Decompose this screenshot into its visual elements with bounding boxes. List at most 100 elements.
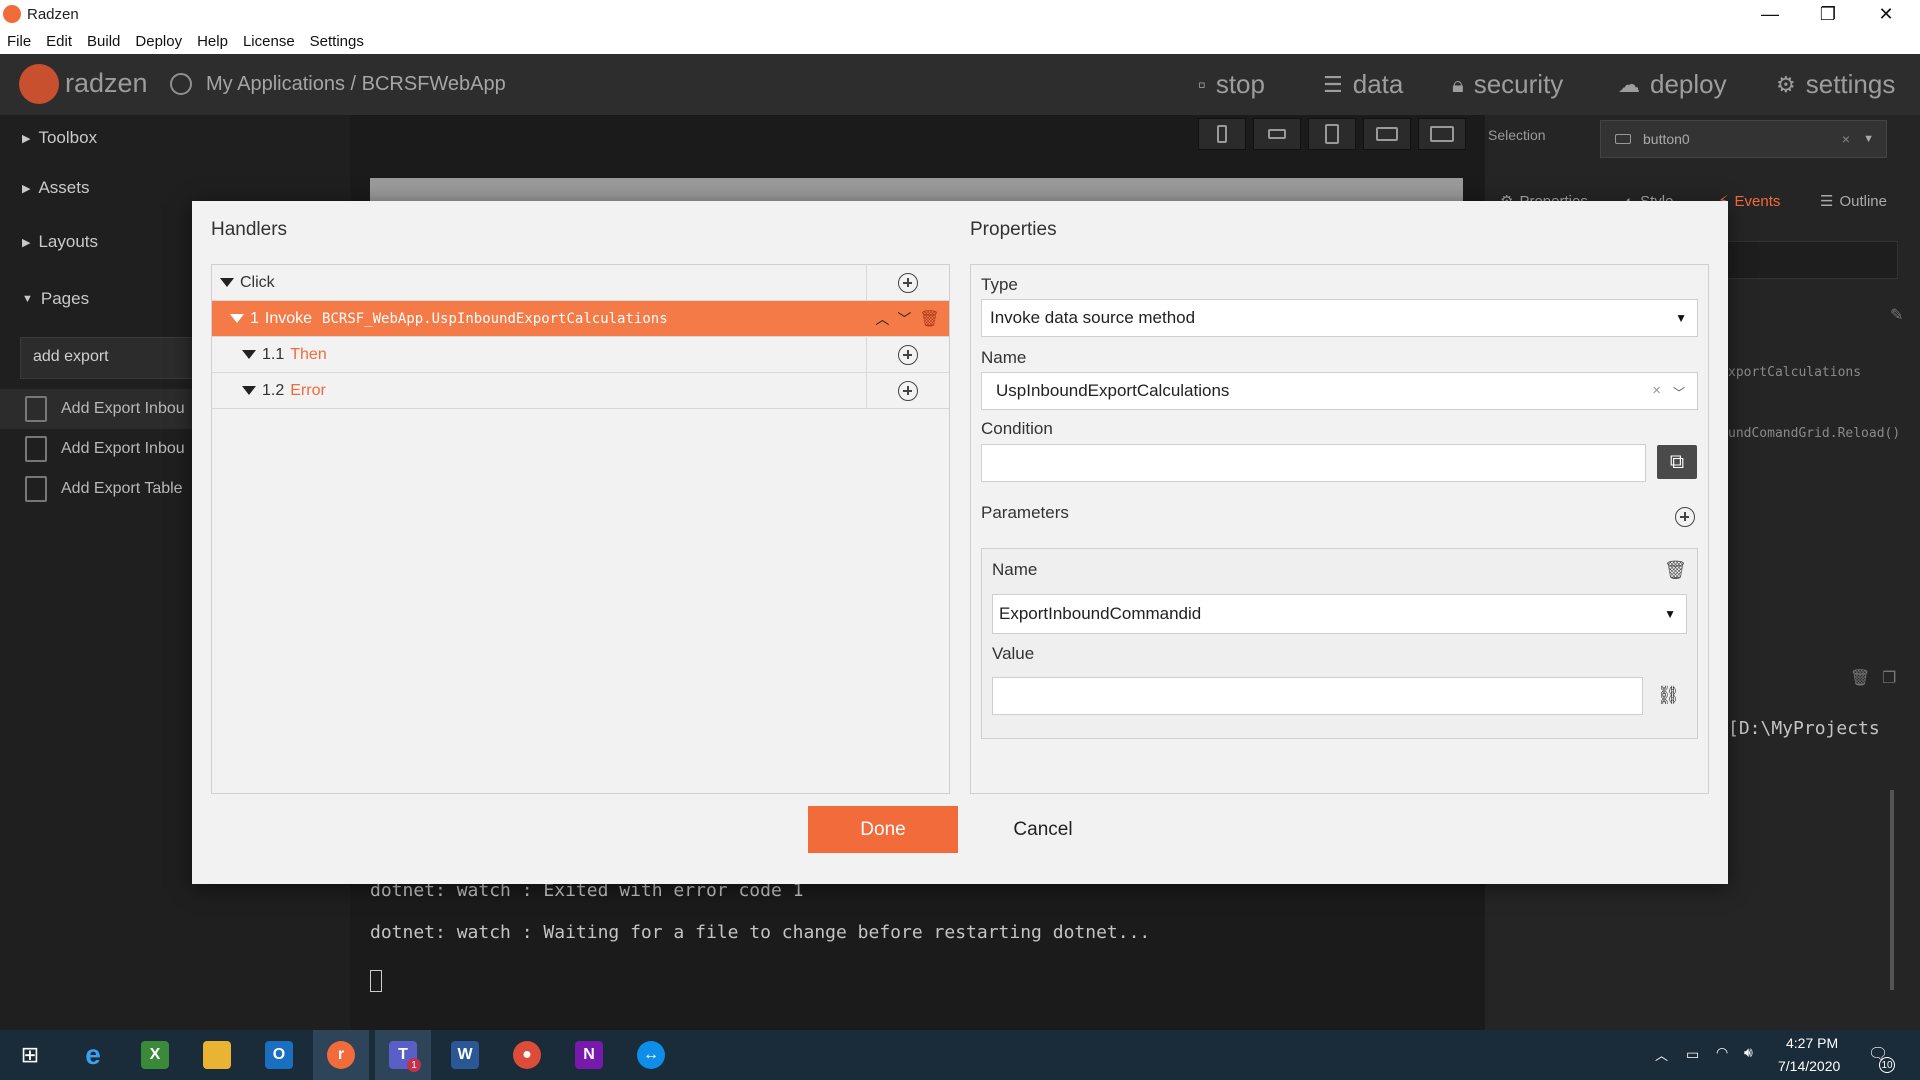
event-row-click[interactable]: Click xyxy=(212,265,949,301)
header-stop-button[interactable]: ▫ stop xyxy=(1198,69,1265,100)
taskbar-teamviewer[interactable]: ↔ xyxy=(623,1030,679,1080)
sidebar-pages[interactable]: ▼ Pages xyxy=(22,289,89,309)
handlers-tree: Click 1 Invoke BCRSF_WebApp.UspInboundEx… xyxy=(211,264,950,794)
close-window-button[interactable]: ✕ xyxy=(1857,0,1915,29)
volume-icon[interactable]: 🔊︎ xyxy=(1744,1044,1753,1061)
clock-time[interactable]: 4:27 PM xyxy=(1786,1035,1838,1051)
param-name-select[interactable]: ExportInboundCommandid ▼ xyxy=(992,594,1687,634)
then-label: Then xyxy=(290,345,327,363)
caret-down-icon: ▼ xyxy=(22,293,33,305)
sidebar-layouts[interactable]: ▶ Layouts xyxy=(22,232,98,252)
collapse-icon[interactable] xyxy=(230,314,244,323)
header-security-button[interactable]: 🔒︎ security xyxy=(1452,69,1563,100)
wifi-icon[interactable]: ◠ xyxy=(1716,1044,1728,1061)
copy-icon[interactable]: ❐ xyxy=(1882,668,1896,688)
menu-file[interactable]: File xyxy=(7,33,31,50)
handler-row-then[interactable]: 1.1 Then xyxy=(212,337,949,373)
tab-outline[interactable]: ☰ Outline xyxy=(1820,181,1887,221)
restore-button[interactable]: ❐ xyxy=(1799,0,1857,29)
phone-landscape-icon xyxy=(1268,129,1286,139)
device-phone-landscape-button[interactable] xyxy=(1253,118,1301,150)
add-error-icon[interactable] xyxy=(898,381,918,401)
cancel-button[interactable]: Cancel xyxy=(968,806,1118,853)
start-button[interactable]: ⊞ xyxy=(2,1030,58,1080)
device-tablet-landscape-button[interactable] xyxy=(1363,118,1411,150)
param-value-input[interactable] xyxy=(992,677,1643,715)
device-tablet-portrait-button[interactable] xyxy=(1308,118,1356,150)
done-button[interactable]: Done xyxy=(808,806,958,853)
events-search-input[interactable] xyxy=(1720,241,1898,279)
menu-deploy[interactable]: Deploy xyxy=(135,33,182,50)
device-desktop-button[interactable] xyxy=(1418,118,1466,150)
battery-icon[interactable]: ▭ xyxy=(1686,1046,1699,1063)
taskbar-onenote[interactable]: N xyxy=(561,1030,617,1080)
taskbar-word[interactable]: W xyxy=(437,1030,493,1080)
condition-input[interactable] xyxy=(981,444,1646,482)
menu-edit[interactable]: Edit xyxy=(46,33,72,50)
header-data-button[interactable]: ☰ data xyxy=(1323,69,1403,100)
taskbar-teams[interactable]: T 1 xyxy=(375,1030,431,1080)
handler-row-error[interactable]: 1.2 Error xyxy=(212,373,949,409)
clock-date[interactable]: 7/14/2020 xyxy=(1778,1058,1840,1074)
method-name-select[interactable]: UspInboundExportCalculations × ﹀ xyxy=(981,372,1698,410)
move-down-icon[interactable]: ﹀ xyxy=(897,309,911,329)
logo-text[interactable]: radzen xyxy=(65,68,148,99)
taskbar-edge[interactable]: e xyxy=(65,1030,121,1080)
sidebar-assets[interactable]: ▶ Assets xyxy=(22,178,90,198)
delete-handler-icon[interactable]: 🗑︎ xyxy=(919,309,939,329)
type-select[interactable]: Invoke data source method ▼ xyxy=(981,299,1698,337)
move-up-icon[interactable]: ︿ xyxy=(875,309,889,329)
header-settings-button[interactable]: ⚙ settings xyxy=(1776,69,1895,100)
param-value-label: Value xyxy=(992,644,1035,663)
minimize-button[interactable]: — xyxy=(1741,0,1799,29)
taskbar-explorer[interactable] xyxy=(189,1030,245,1080)
add-parameter-icon[interactable] xyxy=(1675,507,1695,527)
console-cursor xyxy=(370,970,382,992)
tab-events-label: Events xyxy=(1734,192,1781,210)
header-deploy-label: deploy xyxy=(1650,69,1727,99)
collapse-icon[interactable] xyxy=(220,278,234,287)
teamviewer-icon: ↔ xyxy=(637,1041,665,1069)
then-number: 1.1 xyxy=(262,345,285,363)
chevron-down-icon[interactable]: ﹀ xyxy=(1673,384,1685,401)
tablet-landscape-icon xyxy=(1376,127,1398,141)
menu-license[interactable]: License xyxy=(243,33,295,50)
taskbar-outlook[interactable]: O xyxy=(251,1030,307,1080)
caret-right-icon: ▶ xyxy=(22,132,31,145)
taskbar-app[interactable]: X xyxy=(127,1030,183,1080)
tray-chevron-up-icon[interactable]: ︿ xyxy=(1655,1045,1668,1064)
collapse-icon[interactable] xyxy=(242,350,256,359)
link-icon[interactable]: ⛓ xyxy=(1657,685,1680,706)
selection-dropdown[interactable]: button0 × ▼ xyxy=(1600,120,1887,158)
device-phone-portrait-button[interactable] xyxy=(1198,118,1246,150)
design-canvas[interactable] xyxy=(370,178,1463,203)
menu-build[interactable]: Build xyxy=(87,33,120,50)
add-then-icon[interactable] xyxy=(898,345,918,365)
collapse-icon[interactable] xyxy=(242,386,256,395)
button-icon xyxy=(1615,134,1631,144)
breadcrumb[interactable]: My Applications / BCRSFWebApp xyxy=(206,73,506,96)
menu-help[interactable]: Help xyxy=(197,33,228,50)
trash-icon[interactable]: 🗑︎ xyxy=(1850,668,1870,688)
header-deploy-button[interactable]: ☁ deploy xyxy=(1618,69,1727,100)
file-icon xyxy=(25,396,47,422)
open-expression-editor-button[interactable]: ⧉ xyxy=(1657,445,1697,479)
name-label: Name xyxy=(981,348,1027,367)
clear-icon[interactable]: × xyxy=(1842,131,1850,147)
sidebar-toolbox[interactable]: ▶ Toolbox xyxy=(22,128,97,148)
handler-row-invoke[interactable]: 1 Invoke BCRSF_WebApp.UspInboundExportCa… xyxy=(212,301,949,337)
taskbar-radzen[interactable]: r xyxy=(313,1030,369,1080)
dashboard-icon[interactable] xyxy=(170,73,192,95)
param-name-label: Name xyxy=(992,560,1038,579)
notifications-count: 10 xyxy=(1879,1057,1895,1073)
scrollbar[interactable] xyxy=(1890,790,1894,990)
outlook-icon: O xyxy=(265,1041,293,1069)
menu-settings[interactable]: Settings xyxy=(310,33,364,50)
chevron-down-icon[interactable]: ▼ xyxy=(1863,133,1874,145)
delete-parameter-icon[interactable]: 🗑︎ xyxy=(1664,560,1687,581)
taskbar-chrome[interactable]: ● xyxy=(499,1030,555,1080)
edit-icon[interactable]: ✎ xyxy=(1890,305,1903,325)
add-handler-icon[interactable] xyxy=(898,273,918,293)
clear-icon[interactable]: × xyxy=(1652,382,1661,399)
radzen-logo-icon[interactable] xyxy=(19,64,59,104)
